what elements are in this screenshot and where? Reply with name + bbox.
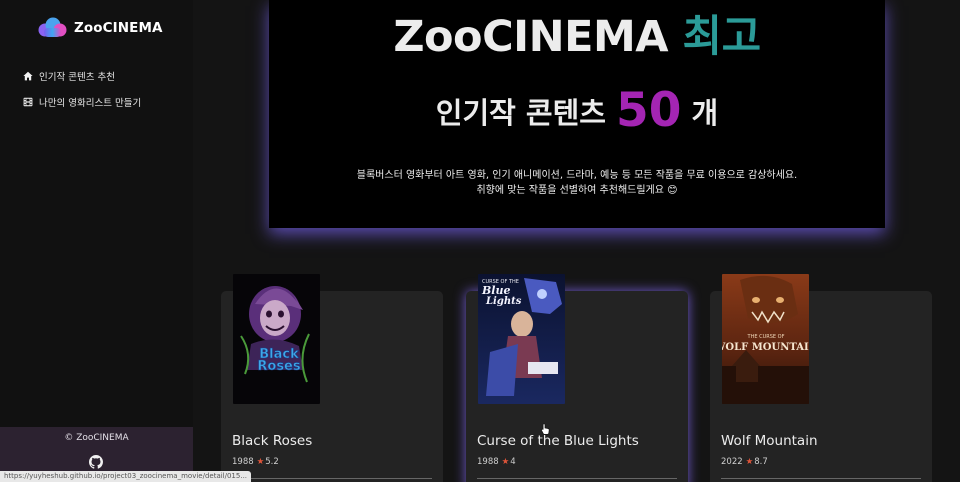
movie-card[interactable]: THE CURSE OF WOLF MOUNTAIN Wolf Mountain…: [710, 274, 932, 482]
star-icon: ★: [745, 457, 754, 467]
card-divider: [477, 478, 677, 479]
hero-title-accent: 최고: [682, 12, 762, 62]
hero-desc-line-2: 취향에 맞는 작품을 선별하여 추천해드릴게요 😊: [476, 185, 678, 196]
movie-poster: CURSE OF THE Blue Lights: [478, 274, 565, 404]
star-icon: ★: [256, 457, 265, 467]
hero-subtitle-post: 개: [681, 96, 719, 130]
home-icon: [23, 71, 33, 80]
hero-subtitle-count: 50: [616, 83, 682, 138]
hero-desc-line-1: 블록버스터 영화부터 아트 영화, 인기 애니메이션, 드라마, 예능 등 모든…: [356, 170, 798, 181]
movie-card[interactable]: Black Roses Black Roses 1988 ★ 5.2: [221, 274, 443, 482]
hero-title-main: ZooCINEMA: [393, 12, 683, 62]
svg-text:WOLF MOUNTAIN: WOLF MOUNTAIN: [722, 342, 809, 353]
movie-meta: 1988 ★ 4: [477, 457, 516, 467]
card-divider: [721, 478, 921, 479]
card-divider: [232, 478, 432, 479]
movie-meta: 1988 ★ 5.2: [232, 457, 279, 467]
hero-subtitle: 인기작 콘텐츠 50 개: [269, 84, 885, 140]
sidebar-nav: 인기작 콘텐츠 추천 나만의 영화리스트 만들기: [23, 69, 141, 121]
movie-rating: 5.2: [265, 457, 279, 467]
movie-title[interactable]: Curse of the Blue Lights: [477, 433, 639, 449]
movie-poster: Black Roses: [233, 274, 320, 404]
sidebar-item-label: 인기작 콘텐츠 추천: [39, 71, 115, 83]
sidebar: ZooCINEMA 인기작 콘텐츠 추천 나만의 영화리스트 만들기 © Zoo…: [0, 0, 193, 482]
hero-description: 블록버스터 영화부터 아트 영화, 인기 애니메이션, 드라마, 예능 등 모든…: [269, 168, 885, 198]
hero-subtitle-pre: 인기작 콘텐츠: [435, 96, 617, 130]
film-icon: [23, 97, 33, 106]
movie-year: 1988: [477, 457, 499, 467]
sidebar-item-label: 나만의 영화리스트 만들기: [39, 97, 142, 109]
sidebar-item-recommend[interactable]: 인기작 콘텐츠 추천: [23, 69, 141, 83]
movie-rating: 4: [510, 457, 516, 467]
pointer-cursor-icon: [541, 423, 550, 435]
movie-title[interactable]: Wolf Mountain: [721, 433, 818, 449]
sidebar-item-my-list[interactable]: 나만의 영화리스트 만들기: [23, 95, 142, 109]
movie-rating: 8.7: [754, 457, 768, 467]
movie-meta: 2022 ★ 8.7: [721, 457, 768, 467]
hero-title: ZooCINEMA 최고: [269, 4, 885, 70]
logo[interactable]: ZooCINEMA: [38, 17, 163, 39]
svg-text:THE CURSE OF: THE CURSE OF: [747, 334, 785, 340]
logo-icon: [38, 17, 67, 37]
status-bar-url: https://yuyheshub.github.io/project03_zo…: [0, 471, 252, 482]
star-icon: ★: [501, 457, 510, 467]
movie-poster: THE CURSE OF WOLF MOUNTAIN: [722, 274, 809, 404]
movie-year: 2022: [721, 457, 743, 467]
app-name: ZooCINEMA: [74, 20, 163, 36]
github-icon[interactable]: [89, 455, 103, 469]
svg-text:Lights: Lights: [485, 296, 522, 307]
movie-year: 1988: [232, 457, 254, 467]
movie-card[interactable]: CURSE OF THE Blue Lights Curse of the Bl…: [466, 274, 688, 482]
movie-title[interactable]: Black Roses: [232, 433, 312, 449]
hero-banner: ZooCINEMA 최고 인기작 콘텐츠 50 개 블록버스터 영화부터 아트 …: [269, 0, 885, 228]
copyright-text: © ZooCINEMA: [64, 433, 129, 443]
svg-text:Roses: Roses: [257, 359, 300, 374]
